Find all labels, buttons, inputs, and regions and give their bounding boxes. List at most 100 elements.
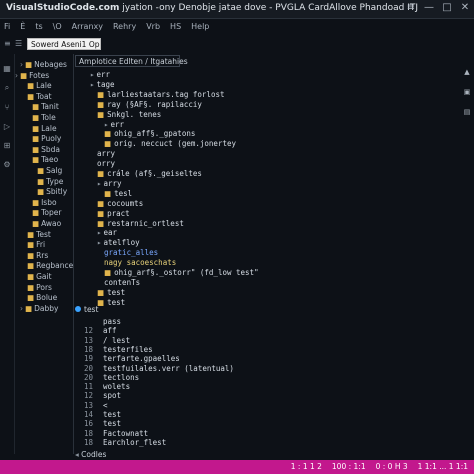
sidebar-item[interactable]: ■ Pors <box>25 283 52 293</box>
menu-item-go[interactable]: Arranxy <box>72 22 103 36</box>
sidebar-item[interactable]: ■ Puoly <box>30 134 61 144</box>
code-line[interactable]: ■ Snkgl. tenes <box>97 110 161 120</box>
test-row[interactable]: 18 Earchlor_flest <box>75 438 166 448</box>
sidebar-item[interactable]: ■ Rrs <box>25 251 48 261</box>
sidebar-item[interactable]: ■ Isbo <box>30 198 57 208</box>
code-line[interactable]: ■ ohig_arf§._ostorr" (fd_low test" <box>104 268 259 278</box>
sidebar-item[interactable]: ■ Tanit <box>30 102 59 112</box>
code-line[interactable]: nagy sacoeschats <box>104 258 176 268</box>
menu-item-terminal[interactable]: Vrb <box>146 22 160 36</box>
folder-icon: ■ <box>97 109 105 119</box>
folder-icon: ■ <box>37 187 45 197</box>
bottom-panel-label[interactable]: ◂ Codles <box>75 450 125 460</box>
menu-item-file[interactable]: Fi <box>4 22 10 36</box>
maximize-icon[interactable]: □ <box>442 2 452 13</box>
code-line[interactable]: gratic_alles <box>104 248 158 258</box>
sidebar-item[interactable]: ■ Awao <box>30 219 61 229</box>
sidebar-item[interactable]: ■ Toat <box>25 92 52 102</box>
code-line[interactable]: ▸ atelfloy <box>97 238 140 248</box>
sidebar-item[interactable]: › ■ Nebages <box>20 60 67 70</box>
scroll-up-icon[interactable]: ▲ <box>463 68 471 76</box>
code-line[interactable]: orry <box>97 159 115 169</box>
sidebar-item[interactable]: ■ Test <box>25 230 51 240</box>
code-text: restarnic_ortlest <box>107 218 184 228</box>
menu-item-view[interactable]: \O <box>53 22 62 36</box>
code-line[interactable]: ■ test <box>97 288 125 298</box>
minimize-icon[interactable]: — <box>424 2 434 13</box>
sidebar-item[interactable]: ■ Salg <box>35 166 62 176</box>
line-number: 13 <box>83 335 93 345</box>
sidebar-item[interactable]: ■ Regbance <box>25 261 73 271</box>
code-line[interactable]: ■ pract <box>97 209 130 219</box>
menu-icon[interactable]: ≡ <box>406 2 416 13</box>
code-line[interactable]: ▸ tage <box>90 80 115 90</box>
sidebar-item[interactable]: ■ Lale <box>30 124 57 134</box>
code-line[interactable]: ■ tesl <box>104 189 132 199</box>
menu-item-edit[interactable]: Ѐ <box>20 22 25 36</box>
menu-item-help[interactable]: Help <box>191 22 209 36</box>
code-line[interactable]: ■ ohig_aff§._gpatons <box>104 129 195 139</box>
sidebar-item-label: Gait <box>36 272 52 281</box>
sidebar-item-label: Sbitly <box>46 187 68 197</box>
chevron-right-icon: › <box>15 70 18 80</box>
close-icon[interactable]: ✕ <box>460 2 470 13</box>
menu-item-window[interactable]: HS <box>170 22 181 36</box>
outline-icon[interactable]: ▤ <box>463 108 471 116</box>
sidebar-item-label: Dabby <box>34 303 59 313</box>
folder-icon: ■ <box>32 134 40 144</box>
explorer-icon[interactable]: ▦ <box>0 64 14 73</box>
menu-item-selection[interactable]: ts <box>35 22 42 36</box>
run-icon[interactable]: ▷ <box>0 122 14 131</box>
minimap-toggle-icon[interactable]: ▣ <box>463 88 471 96</box>
code-line[interactable]: ■ ray (§AF§. rapilacciy <box>97 100 202 110</box>
sidebar-item[interactable]: ■ Type <box>35 177 63 187</box>
sidebar-item[interactable]: ■ Tole <box>30 113 56 123</box>
code-line[interactable]: ■ larliestaatars.tag forlost <box>97 90 225 100</box>
sidebar-item[interactable]: ■ Sbitly <box>35 187 67 197</box>
folder-icon: ■ <box>104 268 112 277</box>
status-item-4[interactable]: 1 1:1 ... 1 1:1 <box>418 462 468 471</box>
list-icon[interactable]: ☰ <box>15 39 22 48</box>
folder-icon: ■ <box>97 218 105 228</box>
settings-icon[interactable]: ⚙ <box>0 160 14 169</box>
editor-tab[interactable]: Amplotice Edlten / Itgatahies <box>75 55 188 67</box>
sidebar-item[interactable]: ■ Taeo <box>30 155 58 165</box>
sidebar-item-label: Pors <box>36 282 52 292</box>
sidebar-item[interactable]: ■ Fri <box>25 240 45 250</box>
folder-icon: ■ <box>104 188 112 198</box>
sidebar-item[interactable]: ■ Bolue <box>25 293 57 303</box>
code-line[interactable]: ■ orig. neccuct (gem.jonertey <box>104 139 236 149</box>
open-file-tab[interactable]: Sowerd Aseni1 Opottit <box>27 38 101 50</box>
code-line[interactable]: ▸ arry <box>97 179 122 189</box>
code-line[interactable]: ▸ err <box>104 120 124 130</box>
code-line[interactable]: ■ cocoumts <box>97 199 143 209</box>
source-control-icon[interactable]: ⑂ <box>0 103 14 112</box>
extensions-icon[interactable]: ⊞ <box>0 141 14 150</box>
status-item-1[interactable]: 1 : 1 1 2 <box>291 462 322 471</box>
code-line[interactable]: arry <box>97 149 115 159</box>
menu-item-run[interactable]: Rehry <box>113 22 136 36</box>
code-line[interactable]: ▸ ear <box>97 228 117 238</box>
sidebar-item[interactable]: ■ Lale <box>25 81 52 91</box>
sidebar-item[interactable]: › ■ Fotes <box>15 71 49 81</box>
sidebar-item[interactable]: ■ Sbda <box>30 145 60 155</box>
code-text: orig. neccuct (gem.jonertey <box>114 139 237 149</box>
sidebar-item[interactable]: ■ Gait <box>25 272 52 282</box>
status-item-3[interactable]: 0 : 0 H 3 <box>376 462 408 471</box>
sidebar-item[interactable]: › ■ Dabby <box>20 304 58 314</box>
code-line[interactable]: ■ restarnic_ortlest <box>97 219 184 229</box>
scrollbar[interactable]: ▲ ▣ ▤ <box>463 68 471 448</box>
hamburger-icon[interactable]: ≡ <box>4 39 11 48</box>
test-panel-header[interactable]: test <box>75 305 98 315</box>
sidebar-item-label: Salg <box>46 166 63 175</box>
folder-icon: ■ <box>32 123 40 133</box>
test-row-text: test <box>103 410 122 419</box>
sidebar-item[interactable]: ■ Toper <box>30 208 61 218</box>
code-line[interactable]: ■ crále (af§._geiseltes <box>97 169 202 179</box>
line-number: 20 <box>83 363 93 373</box>
search-icon[interactable]: ⌕ <box>0 83 14 93</box>
status-item-2[interactable]: 100 : 1:1 <box>332 462 366 471</box>
code-line[interactable]: contenTs <box>104 278 140 288</box>
code-line[interactable]: ▸ err <box>90 70 110 80</box>
code-text: ray (§AF§. rapilacciy <box>107 99 202 109</box>
